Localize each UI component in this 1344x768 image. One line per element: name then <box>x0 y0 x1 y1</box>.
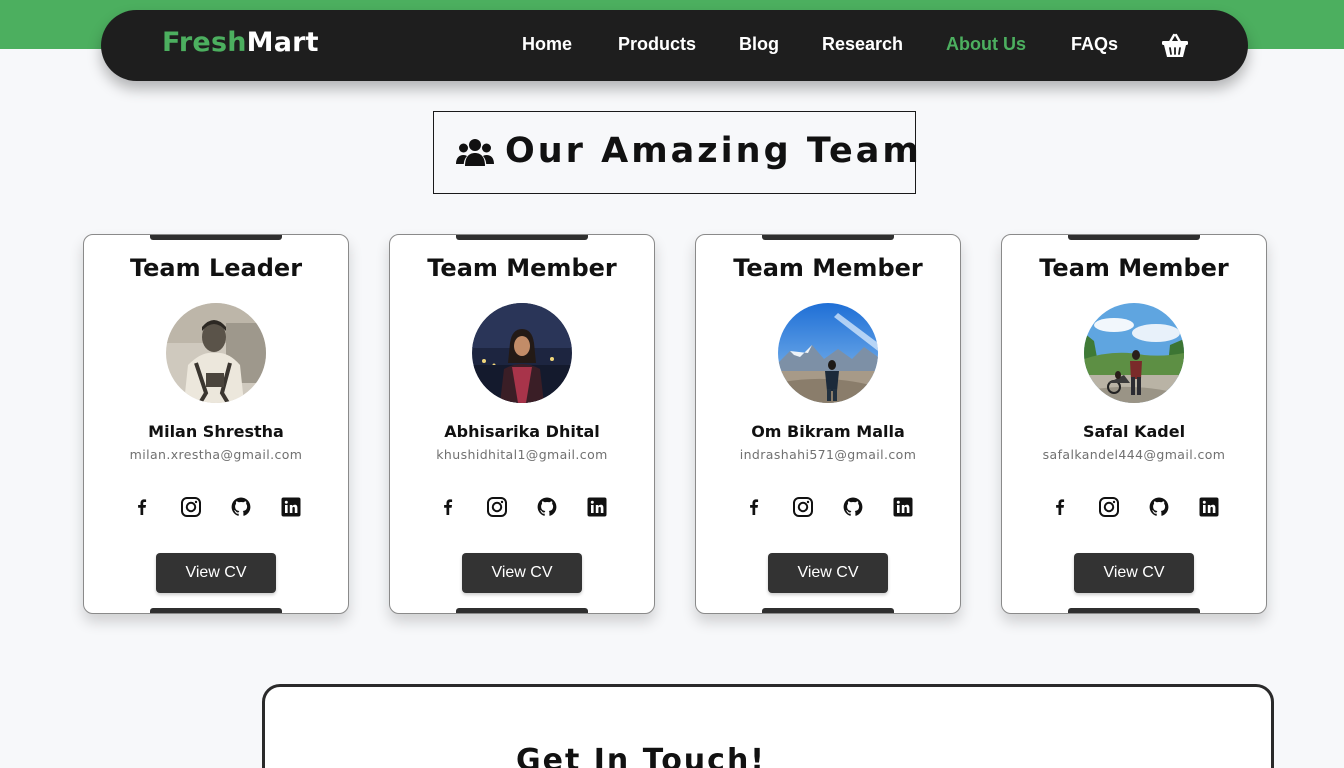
member-role: Team Member <box>427 254 617 282</box>
nav-link-faqs[interactable]: FAQs <box>1071 34 1118 55</box>
instagram-icon[interactable] <box>1098 496 1120 518</box>
avatar <box>1084 303 1184 403</box>
brand-logo-part2: Mart <box>246 27 319 58</box>
github-icon[interactable] <box>230 496 252 518</box>
member-role: Team Member <box>733 254 923 282</box>
contact-section: Get In Touch! <box>262 684 1274 768</box>
linkedin-icon[interactable] <box>892 496 914 518</box>
card-accent-top <box>1068 235 1200 240</box>
card-accent-bottom <box>456 608 588 613</box>
brand-logo-part1: Fresh <box>162 27 247 58</box>
card-accent-bottom <box>762 608 894 613</box>
member-role: Team Member <box>1039 254 1229 282</box>
card-accent-bottom <box>150 608 282 613</box>
card-accent-top <box>762 235 894 240</box>
team-card: Team Member Safal Kadel safalkandel444@g… <box>1001 234 1267 614</box>
facebook-icon[interactable] <box>1049 496 1071 518</box>
card-accent-top <box>150 235 282 240</box>
member-name: Milan Shrestha <box>148 422 284 441</box>
avatar <box>166 303 266 403</box>
github-icon[interactable] <box>842 496 864 518</box>
navbar: FreshMart Home Products Blog Research Ab… <box>101 10 1248 81</box>
facebook-icon[interactable] <box>743 496 765 518</box>
facebook-icon[interactable] <box>437 496 459 518</box>
contact-title: Get In Touch! <box>516 743 766 768</box>
member-name: Safal Kadel <box>1082 422 1186 441</box>
section-title-box: Our Amazing Team <box>433 111 919 194</box>
card-accent-top <box>456 235 588 240</box>
instagram-icon[interactable] <box>486 496 508 518</box>
member-role: Team Leader <box>129 254 303 282</box>
view-cv-button[interactable]: View CV <box>156 553 276 593</box>
github-icon[interactable] <box>1148 496 1170 518</box>
avatar <box>778 303 878 403</box>
member-email[interactable]: indrashahi571@gmail.com <box>696 447 960 462</box>
member-name: Abhisarika Dhital <box>444 422 600 441</box>
shopping-basket-icon[interactable] <box>1160 31 1190 61</box>
linkedin-icon[interactable] <box>586 496 608 518</box>
nav-link-home[interactable]: Home <box>522 34 572 55</box>
view-cv-button[interactable]: View CV <box>768 553 888 593</box>
nav-link-about-us[interactable]: About Us <box>946 34 1026 55</box>
team-card: Team Leader Milan Shrestha milan.xrestha… <box>83 234 349 614</box>
member-email[interactable]: safalkandel444@gmail.com <box>1002 447 1266 462</box>
view-cv-button[interactable]: View CV <box>462 553 582 593</box>
brand-logo[interactable]: FreshMart <box>162 27 319 58</box>
team-card: Team Member Abhisarika Dhital khushidhit… <box>389 234 655 614</box>
instagram-icon[interactable] <box>792 496 814 518</box>
view-cv-button[interactable]: View CV <box>1074 553 1194 593</box>
section-title: Our Amazing Team <box>505 131 922 171</box>
instagram-icon[interactable] <box>180 496 202 518</box>
member-email[interactable]: milan.xrestha@gmail.com <box>84 447 348 462</box>
avatar <box>472 303 572 403</box>
nav-link-products[interactable]: Products <box>618 34 696 55</box>
nav-link-research[interactable]: Research <box>822 34 903 55</box>
nav-link-blog[interactable]: Blog <box>739 34 779 55</box>
team-card: Team Member Om Bikram Malla indrashahi57… <box>695 234 961 614</box>
card-accent-bottom <box>1068 608 1200 613</box>
facebook-icon[interactable] <box>131 496 153 518</box>
users-icon <box>456 137 494 169</box>
linkedin-icon[interactable] <box>280 496 302 518</box>
member-name: Om Bikram Malla <box>751 422 905 441</box>
github-icon[interactable] <box>536 496 558 518</box>
member-email[interactable]: khushidhital1@gmail.com <box>390 447 654 462</box>
linkedin-icon[interactable] <box>1198 496 1220 518</box>
